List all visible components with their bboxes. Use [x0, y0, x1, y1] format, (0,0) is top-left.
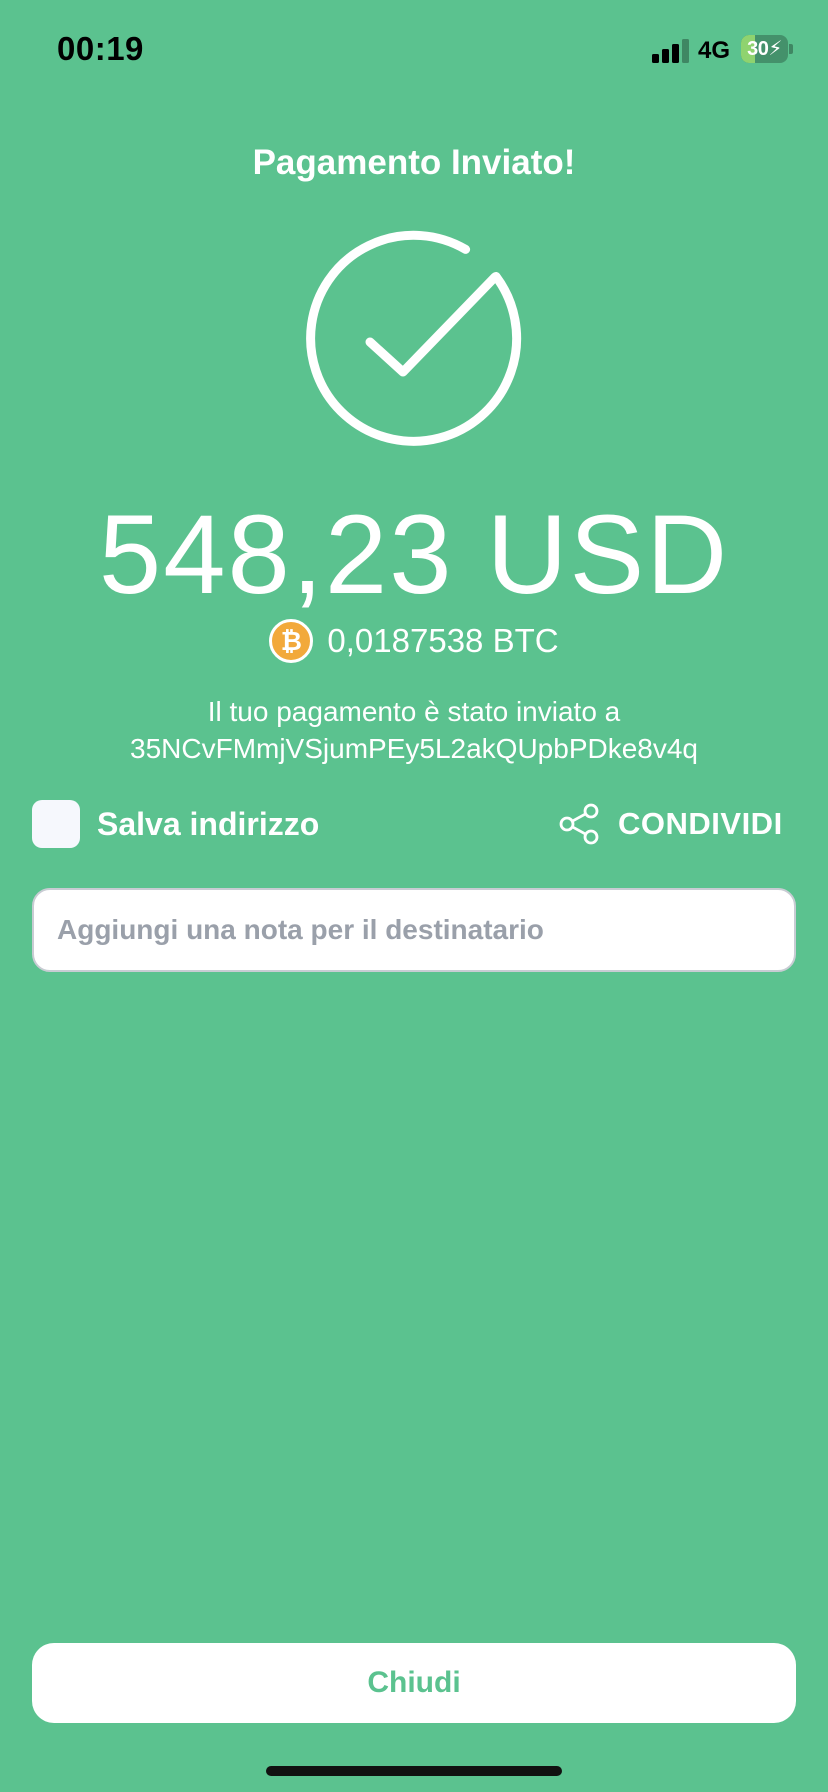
recipient-address: 35NCvFMmjVSjumPEy5L2akQUpbPDke8v4q [130, 733, 698, 764]
sent-message-line: Il tuo pagamento è stato inviato a [207, 696, 621, 727]
save-address-checkbox[interactable] [32, 800, 80, 848]
save-address-label[interactable]: Salva indirizzo [97, 806, 319, 843]
share-label: CONDIVIDI [618, 806, 783, 841]
status-time: 00:19 [57, 30, 144, 67]
status-bar: 00:19 4G 30⚡ [0, 0, 828, 100]
sent-message: Il tuo pagamento è stato inviato a 35NCv… [0, 693, 828, 767]
share-icon [559, 803, 599, 845]
bitcoin-icon: ₿ [269, 619, 314, 663]
note-input[interactable] [32, 888, 796, 972]
amount-usd: 548,23 USD [98, 492, 730, 617]
cellular-signal-icon [652, 39, 689, 63]
network-type: 4G [698, 37, 731, 64]
share-button[interactable]: CONDIVIDI [558, 802, 783, 846]
home-indicator[interactable] [266, 1766, 562, 1776]
amount-btc: 0,0187538 BTC [327, 622, 559, 659]
battery-charging-icon: 30⚡ [741, 35, 793, 63]
battery-tip [789, 44, 793, 54]
battery-body: 30⚡ [741, 35, 788, 63]
battery-level: 30⚡ [747, 38, 782, 60]
page-title: Pagamento Inviato! [252, 143, 576, 182]
btc-amount-row: ₿ 0,0187538 BTC [0, 617, 828, 665]
checkmark-circle-icon [306, 230, 522, 446]
close-button[interactable]: Chiudi [32, 1643, 796, 1723]
